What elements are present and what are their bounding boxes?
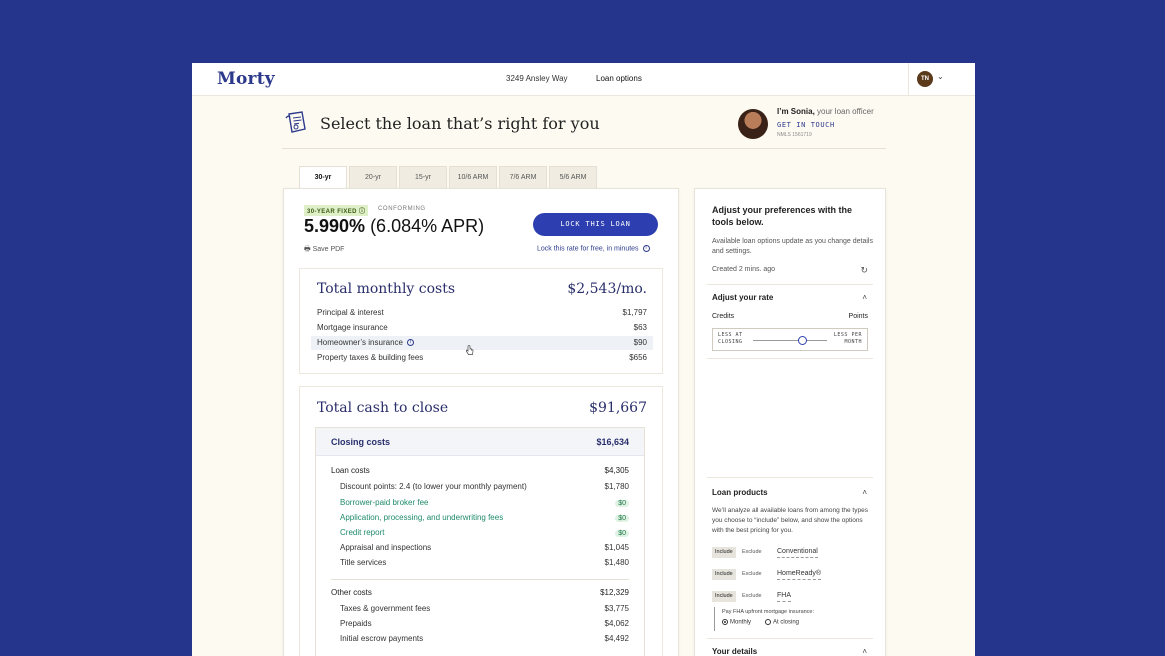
list-item: Discount points: 2.4 (to lower your mont…	[340, 482, 629, 491]
list-item[interactable]: Borrower-paid broker fee $0	[331, 496, 629, 510]
slider-left-label: LESS AT CLOSING	[718, 332, 743, 345]
chevron-down-icon[interactable]: ⌄	[937, 72, 944, 81]
get-in-touch-link[interactable]: GET IN TOUCH	[777, 121, 835, 129]
radio-at-closing[interactable]: At closing	[765, 619, 799, 626]
tab-7-6-arm[interactable]: 7/6 ARM	[499, 166, 547, 188]
monthly-costs-box: Total monthly costs $2,543/mo. Principal…	[299, 268, 663, 374]
lock-note-link[interactable]: Lock this rate for free, in minutes i	[537, 245, 650, 252]
closing-costs-header[interactable]: Closing costs $16,634	[316, 428, 644, 456]
nav-loan-options[interactable]: Loan options	[596, 74, 642, 83]
loan-officer-name: I’m Sonia, your loan officer	[777, 107, 874, 116]
list-item: Prepaids $4,062	[340, 619, 629, 628]
divider	[331, 579, 629, 580]
interest-rate: 5.990% (6.084% APR)	[304, 216, 485, 236]
cash-to-close-title: Total cash to close	[317, 400, 449, 416]
credits-label: Credits	[712, 313, 735, 320]
include-toggle[interactable]: Include	[712, 569, 736, 580]
info-icon[interactable]: ⓘ	[359, 209, 365, 215]
chevron-up-icon[interactable]: ˄	[862, 293, 867, 302]
divider	[707, 284, 873, 285]
top-nav: Morty 3249 Ansley Way Loan options TN ⌄	[192, 63, 975, 96]
loan-type-badge: 30-YEAR FIXED ⓘ	[304, 205, 369, 216]
preferences-description: Available loan options update as you cha…	[712, 238, 873, 255]
list-item[interactable]: Credit report $0	[331, 526, 629, 540]
slider-handle[interactable]	[798, 336, 808, 345]
refresh-icon[interactable]: ↻	[860, 265, 868, 276]
user-avatar[interactable]: TN	[917, 71, 933, 87]
fha-insurance-option: Pay FHA upfront mortgage insurance: Mont…	[714, 607, 874, 631]
loan-products-header[interactable]: Loan products	[712, 488, 768, 497]
cost-row-hovered[interactable]: Homeowner’s insurance i $90	[311, 336, 653, 350]
page-header: Select the loan that’s right for you I’m…	[282, 107, 886, 149]
info-icon[interactable]: i	[407, 339, 415, 347]
tab-10-6-arm[interactable]: 10/6 ARM	[449, 166, 497, 188]
divider	[707, 358, 873, 359]
monthly-costs-title: Total monthly costs	[317, 281, 456, 297]
chevron-up-icon[interactable]: ˄	[862, 488, 867, 497]
preferences-title: Adjust your preferences with the tools b…	[712, 205, 853, 227]
preferences-panel: Adjust your preferences with the tools b…	[694, 188, 886, 656]
hand-cursor-icon	[465, 345, 474, 355]
tab-15-yr[interactable]: 15-yr	[399, 166, 447, 188]
fha-question: Pay FHA upfront mortgage insurance:	[722, 609, 815, 615]
info-icon[interactable]: i	[642, 245, 650, 252]
page-title: Select the loan that’s right for you	[320, 114, 600, 133]
rate-slider[interactable]: LESS AT CLOSING LESS PER MONTH	[712, 328, 868, 351]
loan-costs-row: Loan costs $4,305	[331, 466, 629, 475]
list-item: Initial escrow payments $4,492	[340, 634, 629, 643]
loan-class-label: CONFORMING	[378, 206, 426, 212]
list-item: Taxes & government fees $3,775	[340, 604, 629, 613]
cost-row: Property taxes & building fees $656	[317, 353, 647, 362]
monthly-costs-total: $2,543/mo.	[567, 281, 647, 297]
receipt-icon	[285, 111, 306, 133]
cost-row: Mortgage insurance $63	[317, 323, 647, 332]
exclude-toggle[interactable]: Exclude	[739, 547, 765, 558]
account-menu[interactable]: TN ⌄	[908, 63, 975, 96]
property-address[interactable]: 3249 Ansley Way	[506, 74, 568, 83]
loan-products-description: We’ll analyze all available loans from a…	[712, 507, 868, 534]
cash-to-close-box: Total cash to close $91,667 Closing cost…	[299, 386, 663, 656]
morty-logo[interactable]: Morty	[217, 69, 275, 89]
include-toggle[interactable]: Include	[712, 591, 736, 602]
product-name[interactable]: Conventional	[777, 547, 818, 558]
your-details-header[interactable]: Your details	[712, 647, 757, 656]
list-item: Title services $1,480	[340, 558, 629, 567]
divider	[707, 638, 873, 639]
cash-to-close-total: $91,667	[589, 400, 647, 416]
list-item[interactable]: Application, processing, and underwritin…	[331, 511, 629, 525]
divider	[707, 477, 873, 478]
closing-costs-card: Closing costs $16,634 Loan costs $4,305 D…	[315, 427, 645, 656]
radio-monthly[interactable]: Monthly	[722, 619, 751, 626]
exclude-toggle[interactable]: Exclude	[739, 569, 765, 580]
chevron-up-icon[interactable]: ˄	[862, 647, 867, 656]
product-name[interactable]: HomeReady®	[777, 569, 822, 580]
slider-right-label: LESS PER MONTH	[833, 332, 862, 345]
exclude-toggle[interactable]: Exclude	[739, 591, 765, 602]
points-label: Points	[848, 313, 868, 320]
list-item: Appraisal and inspections $1,045	[340, 543, 629, 552]
tab-20-yr[interactable]: 20-yr	[349, 166, 397, 188]
tab-30-yr[interactable]: 30-yr	[299, 166, 347, 190]
slider-track[interactable]	[753, 340, 827, 341]
tab-5-6-arm[interactable]: 5/6 ARM	[549, 166, 597, 188]
product-name[interactable]: FHA	[777, 591, 791, 602]
include-toggle[interactable]: Include	[712, 547, 736, 558]
app-window: Morty 3249 Ansley Way Loan options TN ⌄ …	[192, 63, 975, 656]
save-pdf-link[interactable]: 🖶 Save PDF	[304, 245, 344, 256]
cost-row: Principal & interest $1,797	[317, 308, 647, 317]
loan-officer-photo	[738, 109, 768, 139]
created-timestamp: Created 2 mins. ago	[712, 266, 776, 273]
printer-icon: 🖶	[304, 246, 311, 253]
other-costs-row: Other costs $12,329	[331, 588, 629, 597]
nmls-number: NMLS 1561719	[777, 132, 812, 138]
loan-quote-card: 30-YEAR FIXED ⓘ CONFORMING 5.990% (6.084…	[283, 188, 679, 656]
adjust-rate-header[interactable]: Adjust your rate	[712, 293, 773, 302]
lock-loan-button[interactable]: LOCK THIS LOAN	[533, 213, 658, 236]
